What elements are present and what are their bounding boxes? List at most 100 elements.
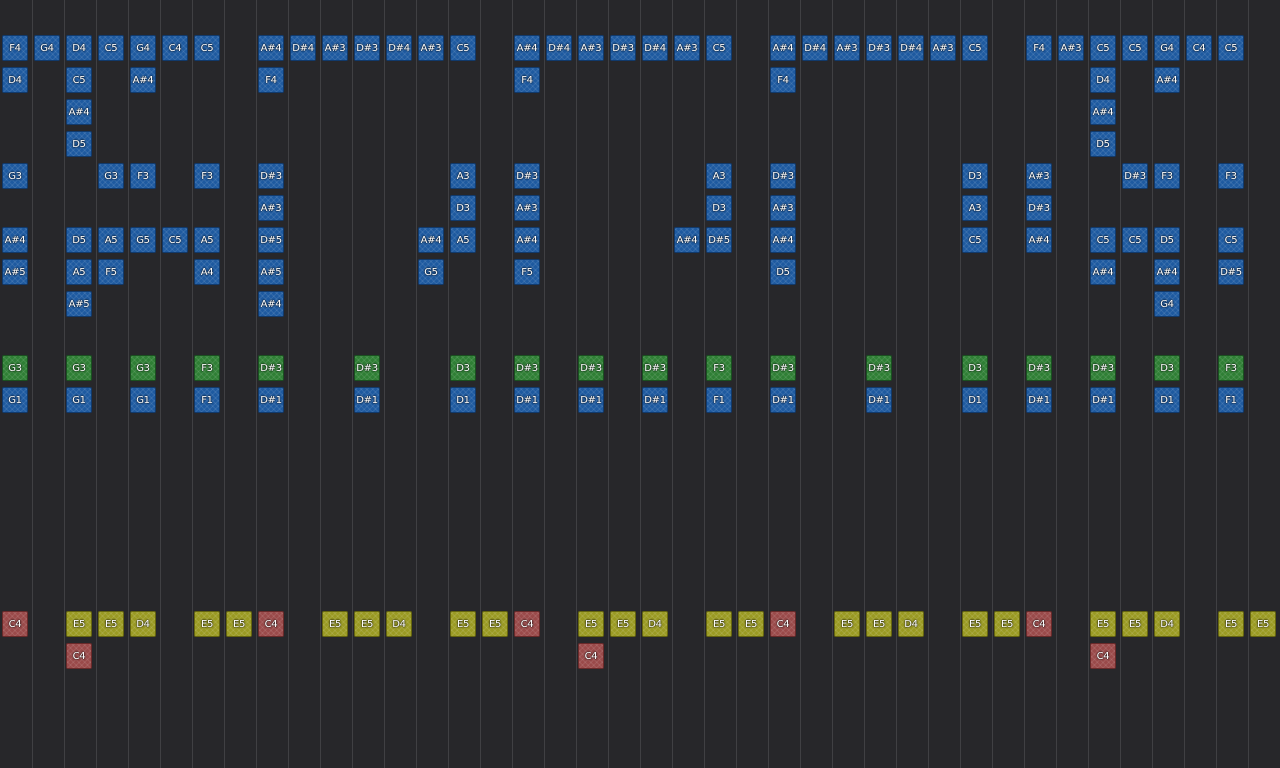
note-block[interactable]: C4 (66, 643, 92, 669)
note-block[interactable]: D#3 (354, 35, 380, 61)
note-block[interactable]: C5 (706, 35, 732, 61)
note-block[interactable]: D3 (450, 355, 476, 381)
note-block[interactable]: F3 (1218, 163, 1244, 189)
note-block[interactable]: D#4 (898, 35, 924, 61)
note-block[interactable]: A#4 (1090, 99, 1116, 125)
note-block[interactable]: D#3 (258, 355, 284, 381)
note-block[interactable]: D#3 (866, 355, 892, 381)
note-block[interactable]: D#1 (258, 387, 284, 413)
note-block[interactable]: G1 (130, 387, 156, 413)
note-block[interactable]: D5 (1154, 227, 1180, 253)
note-block[interactable]: D1 (1154, 387, 1180, 413)
note-block[interactable]: D4 (642, 611, 668, 637)
note-block[interactable]: E5 (194, 611, 220, 637)
note-block[interactable]: D#1 (1090, 387, 1116, 413)
note-block[interactable]: C5 (1218, 35, 1244, 61)
note-block[interactable]: E5 (322, 611, 348, 637)
note-block[interactable]: E5 (994, 611, 1020, 637)
note-block[interactable]: E5 (1250, 611, 1276, 637)
note-block[interactable]: D#3 (354, 355, 380, 381)
note-block[interactable]: C4 (1026, 611, 1052, 637)
note-block[interactable]: D#3 (578, 355, 604, 381)
note-block[interactable]: D#3 (642, 355, 668, 381)
note-block[interactable]: D3 (450, 195, 476, 221)
note-block[interactable]: D4 (2, 67, 28, 93)
note-block[interactable]: A#4 (258, 291, 284, 317)
note-block[interactable]: E5 (578, 611, 604, 637)
note-block[interactable]: F4 (258, 67, 284, 93)
note-block[interactable]: E5 (610, 611, 636, 637)
note-block[interactable]: A#3 (1026, 163, 1052, 189)
note-block[interactable]: D#1 (1026, 387, 1052, 413)
note-block[interactable]: D5 (66, 131, 92, 157)
note-block[interactable]: D3 (1154, 355, 1180, 381)
note-block[interactable]: D#5 (258, 227, 284, 253)
note-block[interactable]: F4 (770, 67, 796, 93)
note-block[interactable]: D4 (66, 35, 92, 61)
note-block[interactable]: F1 (1218, 387, 1244, 413)
note-block[interactable]: A#3 (674, 35, 700, 61)
note-block[interactable]: G5 (130, 227, 156, 253)
note-block[interactable]: E5 (450, 611, 476, 637)
note-block[interactable]: C4 (770, 611, 796, 637)
note-block[interactable]: C5 (98, 35, 124, 61)
note-block[interactable]: F4 (2, 35, 28, 61)
note-block[interactable]: A#4 (514, 35, 540, 61)
note-block[interactable]: C5 (194, 35, 220, 61)
note-block[interactable]: D1 (962, 387, 988, 413)
note-block[interactable]: D#4 (290, 35, 316, 61)
note-block[interactable]: F3 (706, 355, 732, 381)
note-block[interactable]: A#3 (1058, 35, 1084, 61)
note-block[interactable]: C4 (1186, 35, 1212, 61)
note-block[interactable]: A#3 (322, 35, 348, 61)
note-block[interactable]: G4 (1154, 35, 1180, 61)
note-block[interactable]: D#5 (706, 227, 732, 253)
note-block[interactable]: G3 (98, 163, 124, 189)
note-block[interactable]: D#3 (770, 163, 796, 189)
note-block[interactable]: F5 (514, 259, 540, 285)
note-block[interactable]: C5 (1122, 35, 1148, 61)
note-block[interactable]: E5 (962, 611, 988, 637)
note-block[interactable]: D3 (962, 355, 988, 381)
note-block[interactable]: C5 (450, 35, 476, 61)
note-block[interactable]: F3 (130, 163, 156, 189)
note-block[interactable]: A#4 (770, 35, 796, 61)
note-block[interactable]: D#3 (770, 355, 796, 381)
note-block[interactable]: A5 (98, 227, 124, 253)
note-block[interactable]: D#3 (1026, 355, 1052, 381)
note-block[interactable]: D#3 (258, 163, 284, 189)
note-block[interactable]: A#4 (66, 99, 92, 125)
note-block[interactable]: D5 (1090, 131, 1116, 157)
note-block[interactable]: C5 (962, 35, 988, 61)
note-block[interactable]: F4 (514, 67, 540, 93)
note-block[interactable]: A4 (194, 259, 220, 285)
note-block[interactable]: D#1 (642, 387, 668, 413)
note-block[interactable]: A#4 (514, 227, 540, 253)
piano-roll-grid[interactable]: F4 G4 D4 C5 G4 C4 C5 A#4 D#4 A#3 D#3 D#4 A#3 C5 A#4 D#4… (0, 0, 1280, 768)
note-block[interactable]: E5 (1090, 611, 1116, 637)
note-block[interactable]: F3 (194, 355, 220, 381)
note-block[interactable]: D#3 (1122, 163, 1148, 189)
note-block[interactable]: A#4 (1090, 259, 1116, 285)
note-block[interactable]: A5 (194, 227, 220, 253)
note-block[interactable]: E5 (354, 611, 380, 637)
note-block[interactable]: D#3 (610, 35, 636, 61)
note-block[interactable]: A#4 (418, 227, 444, 253)
note-block[interactable]: C4 (1090, 643, 1116, 669)
note-block[interactable]: D5 (770, 259, 796, 285)
note-block[interactable]: C5 (1090, 35, 1116, 61)
note-block[interactable]: G3 (66, 355, 92, 381)
note-block[interactable]: E5 (66, 611, 92, 637)
note-block[interactable]: D#4 (546, 35, 572, 61)
note-block[interactable]: D4 (898, 611, 924, 637)
note-block[interactable]: D#1 (578, 387, 604, 413)
note-block[interactable]: A#3 (418, 35, 444, 61)
note-block[interactable]: D#1 (354, 387, 380, 413)
note-block[interactable]: C5 (1218, 227, 1244, 253)
note-block[interactable]: A#5 (66, 291, 92, 317)
note-block[interactable]: C4 (162, 35, 188, 61)
note-block[interactable]: D#1 (514, 387, 540, 413)
note-block[interactable]: E5 (1218, 611, 1244, 637)
note-block[interactable]: A3 (450, 163, 476, 189)
note-block[interactable]: C4 (578, 643, 604, 669)
